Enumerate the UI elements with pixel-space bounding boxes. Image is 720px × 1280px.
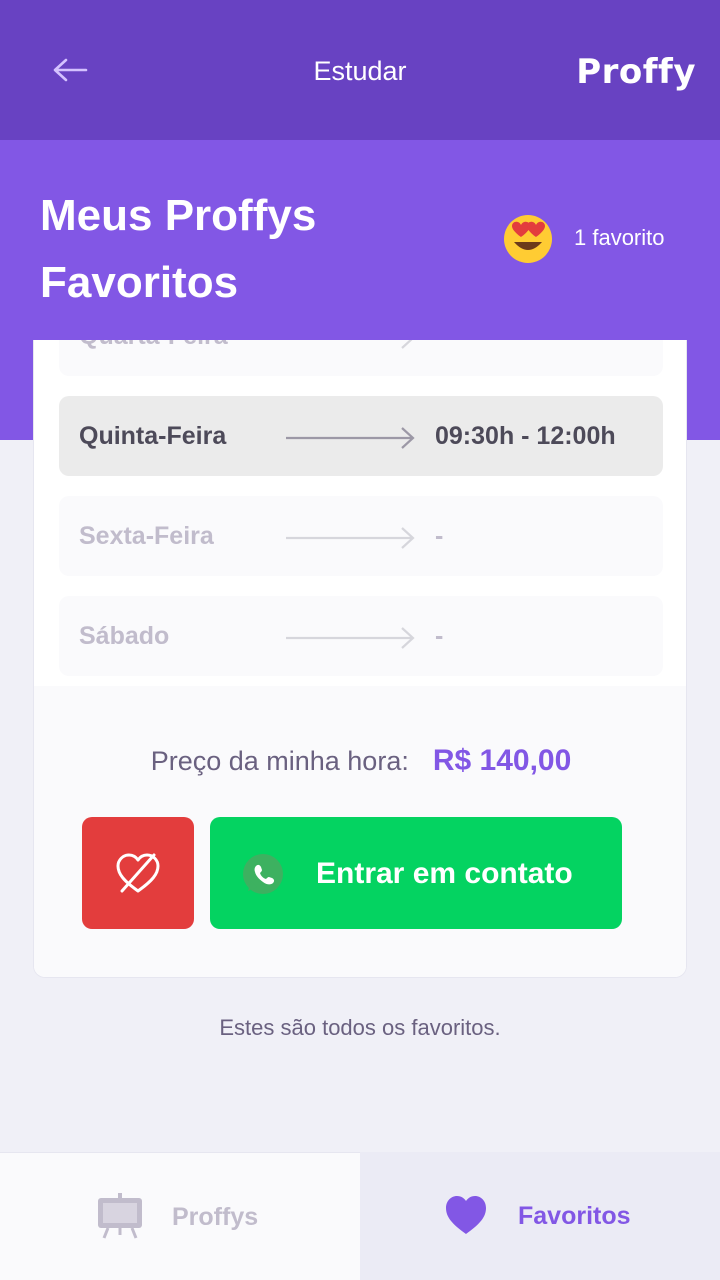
- schedule-time: 09:30h - 12:00h: [435, 421, 616, 450]
- schedule-day: Sábado: [79, 621, 170, 650]
- schedule-time: -: [435, 621, 444, 650]
- schedule-day: Quarta-Feira: [79, 340, 228, 351]
- contact-button[interactable]: Entrar em contato: [210, 817, 622, 929]
- arrow-right-icon: [286, 627, 415, 649]
- contact-button-label: Entrar em contato: [316, 857, 573, 890]
- schedule-time: -: [435, 521, 444, 550]
- tab-proffys[interactable]: Proffys: [0, 1152, 360, 1280]
- schedule-row: Sábado -: [59, 596, 663, 676]
- easel-icon: [98, 1193, 142, 1239]
- arrow-right-icon: [286, 527, 415, 549]
- card-footer: Preço da minha hora: R$ 140,00 Entrar em …: [34, 686, 686, 977]
- heart-outline-icon: [116, 853, 160, 893]
- tab-favoritos-label: Favoritos: [518, 1202, 631, 1230]
- price-info: Preço da minha hora: R$ 140,00: [34, 744, 686, 778]
- tab-favoritos[interactable]: Favoritos: [360, 1152, 720, 1280]
- page-title-line1: Meus Proffys: [40, 191, 317, 240]
- whatsapp-icon: [243, 854, 283, 894]
- schedule-day: Sexta-Feira: [79, 521, 214, 550]
- heart-eyes-emoji-icon: [504, 215, 552, 263]
- proffy-logo: Proffy: [576, 52, 696, 92]
- bottom-tab-bar: Proffys Favoritos: [0, 1152, 720, 1280]
- price-label: Preço da minha hora:: [150, 746, 409, 776]
- favorite-count: 1 favorito: [502, 212, 665, 264]
- schedule-row: Quarta-Feira -: [59, 340, 663, 376]
- arrow-right-icon: [286, 427, 415, 449]
- page-title-line2: Favoritos: [40, 258, 239, 307]
- unfavorite-button[interactable]: [82, 817, 194, 929]
- schedule-time: -: [435, 340, 443, 351]
- favorite-count-text: 1 favorito: [574, 225, 665, 250]
- schedule-row: Sexta-Feira -: [59, 496, 663, 576]
- heart-icon: [446, 1196, 486, 1234]
- arrow-right-icon: [401, 340, 413, 349]
- schedule-day: Quinta-Feira: [79, 421, 227, 450]
- price-value: R$ 140,00: [432, 744, 572, 777]
- teacher-card: Quarta-Feira - Quinta-Feira 09:30h - 12:…: [33, 340, 687, 978]
- end-of-list-message: Estes são todos os favoritos.: [219, 1015, 501, 1040]
- page-title: Meus Proffys Favoritos: [40, 182, 420, 316]
- tab-proffys-label: Proffys: [172, 1203, 259, 1231]
- schedule-row: Quinta-Feira 09:30h - 12:00h: [59, 396, 663, 476]
- top-bar: Estudar Proffy: [0, 0, 720, 140]
- schedule-list: Quarta-Feira - Quinta-Feira 09:30h - 12:…: [34, 340, 686, 686]
